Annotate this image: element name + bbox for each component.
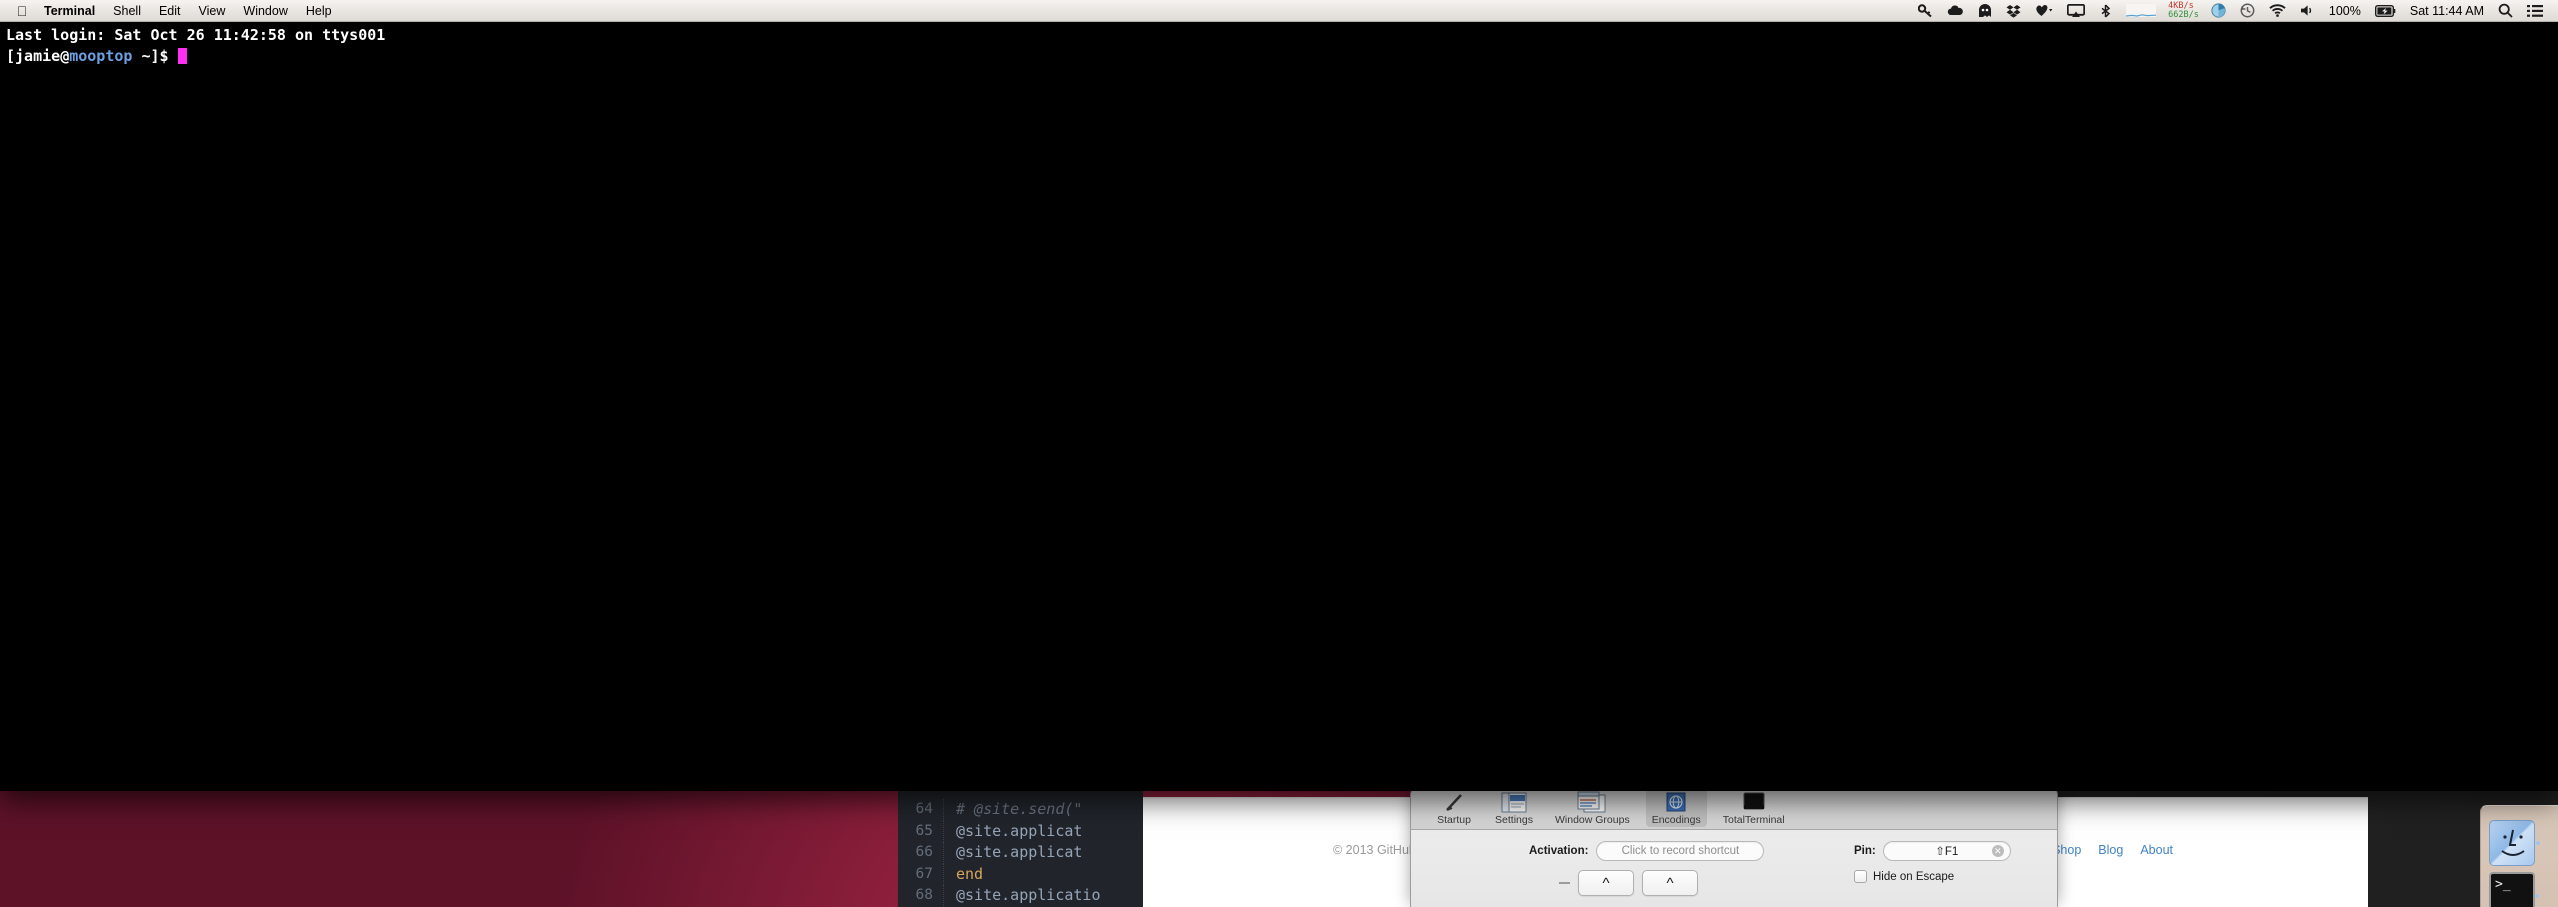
hide-on-escape-checkbox[interactable] — [1854, 870, 1867, 883]
totalterminal-preferences-window[interactable]: Startup Settings Window Groups Encodings… — [1410, 789, 2058, 907]
clock-rewind-icon[interactable] — [2233, 0, 2262, 22]
totalterminal-icon — [1742, 791, 1766, 813]
hide-on-escape-row[interactable]: Hide on Escape — [1854, 870, 1954, 883]
apple-logo-icon[interactable]:  — [9, 0, 35, 22]
code-line: 67 end — [898, 863, 1143, 885]
toolbar-tab-label: TotalTerminal — [1722, 814, 1785, 826]
menu-item-window[interactable]: Window — [234, 0, 296, 22]
toolbar-tab-window-groups[interactable]: Window Groups — [1549, 790, 1636, 827]
running-indicator — [2536, 841, 2540, 845]
menu-bar-clock[interactable]: Sat 11:44 AM — [2403, 0, 2491, 22]
code-text: end — [956, 864, 984, 883]
code-line: 68 @site.applicatio — [898, 885, 1143, 907]
startup-icon — [1443, 791, 1465, 813]
menu-item-view[interactable]: View — [190, 0, 235, 22]
activation-shortcut-placeholder: Click to record shortcut — [1621, 845, 1740, 857]
prompt-path-tail: ~]$ — [132, 47, 178, 65]
modifier-keys-row: ^ ^ — [1559, 870, 1698, 896]
toolbar-tab-settings[interactable]: Settings — [1489, 790, 1539, 827]
cloud-icon[interactable] — [1940, 0, 1971, 22]
key-icon[interactable] — [1911, 0, 1940, 22]
line-number: 68 — [898, 885, 944, 907]
github-copyright: © 2013 GitHub — [1333, 843, 1416, 857]
prompt-hostname: mooptop — [69, 47, 133, 65]
prompt-open-bracket: [ — [6, 47, 16, 65]
toolbar-tab-label: Window Groups — [1555, 814, 1630, 826]
terminal-window[interactable]: Last login: Sat Oct 26 11:42:58 on ttys0… — [0, 22, 2558, 791]
pin-shortcut-field[interactable]: ⇧F1 ✕ — [1882, 841, 2011, 861]
bluetooth-icon[interactable] — [2092, 0, 2119, 22]
totalfinder-heart-icon[interactable] — [2028, 0, 2060, 22]
battery-pie-icon[interactable] — [2204, 0, 2233, 22]
window-groups-icon — [1577, 791, 1607, 813]
prompt-username: jamie — [15, 47, 61, 65]
activation-row: Activation: Click to record shortcut — [1529, 841, 1765, 861]
toolbar-tab-startup[interactable]: Startup — [1429, 790, 1479, 827]
activation-shortcut-field[interactable]: Click to record shortcut — [1596, 841, 1765, 861]
activation-label: Activation: — [1529, 845, 1589, 857]
menu-item-terminal[interactable]: Terminal — [35, 0, 104, 22]
pin-shortcut-value: ⇧F1 — [1935, 846, 1959, 858]
running-indicator — [2535, 894, 2539, 898]
code-line: 64 # @site.send(" — [898, 799, 1143, 821]
menu-bar-left[interactable]:  Terminal Shell Edit View Window Help — [0, 0, 341, 22]
toolbar-tab-label: Settings — [1495, 814, 1533, 826]
pin-row: Pin: ⇧F1 ✕ — [1854, 841, 2011, 861]
desktop-screen: 64 # @site.send(" 65 @site.applicat 66 @… — [0, 0, 2558, 907]
preferences-toolbar[interactable]: Startup Settings Window Groups Encodings… — [1411, 790, 2057, 830]
menu-item-shell[interactable]: Shell — [104, 0, 150, 22]
github-link-blog[interactable]: Blog — [2098, 843, 2123, 857]
dropbox-icon[interactable] — [1999, 0, 2028, 22]
network-speed-indicator[interactable]: 4KB/s 662B/s — [2163, 0, 2204, 22]
settings-icon — [1501, 791, 1527, 813]
network-download-speed: 662B/s — [2168, 9, 2199, 20]
terminal-cursor — [177, 48, 187, 64]
network-graph-icon[interactable] — [2119, 0, 2163, 22]
menu-bar[interactable]:  Terminal Shell Edit View Window Help — [0, 0, 2558, 22]
modifier-key-control-2[interactable]: ^ — [1642, 870, 1698, 896]
toolbar-tab-label: Encodings — [1651, 814, 1701, 826]
notification-center-icon[interactable] — [2520, 0, 2550, 22]
battery-percent-label[interactable]: 100% — [2322, 0, 2368, 22]
terminal-prompt-glyph: >_ — [2495, 877, 2511, 892]
line-number: 66 — [898, 842, 944, 864]
terminal-dock-icon[interactable]: >_ — [2489, 872, 2539, 907]
modifier-key-control-1[interactable]: ^ — [1578, 870, 1634, 896]
prompt-at-sign: @ — [60, 47, 70, 65]
modifier-dash — [1559, 882, 1570, 884]
code-text: @site.applicat — [956, 821, 1083, 840]
code-text: # @site.send(" — [956, 800, 1083, 818]
spotlight-search-icon[interactable] — [2491, 0, 2520, 22]
encodings-globe-icon — [1665, 791, 1687, 813]
preferences-body: Activation: Click to record shortcut ^ ^… — [1411, 830, 2057, 907]
clear-circle-icon[interactable]: ✕ — [1991, 845, 2004, 857]
finder-dock-icon[interactable] — [2489, 820, 2540, 866]
menu-item-edit[interactable]: Edit — [150, 0, 190, 22]
menu-bar-status-area[interactable]: 4KB/s 662B/s 100% Sat 11:44 AM — [1911, 0, 2558, 22]
terminal-prompt-line[interactable]: [jamie@mooptop ~]$ — [6, 46, 2552, 67]
pin-label: Pin: — [1854, 845, 1876, 857]
code-line: 65 @site.applicat — [898, 820, 1143, 842]
battery-charging-icon[interactable] — [2368, 0, 2403, 22]
code-text: @site.applicatio — [956, 886, 1101, 904]
github-link-about[interactable]: About — [2140, 843, 2173, 857]
line-number: 65 — [898, 820, 944, 842]
volume-icon[interactable] — [2293, 0, 2322, 22]
code-editor-window[interactable]: 64 # @site.send(" 65 @site.applicat 66 @… — [898, 791, 1143, 907]
toolbar-tab-totalterminal[interactable]: TotalTerminal — [1717, 790, 1791, 827]
code-text: @site.applicat — [956, 843, 1083, 861]
toolbar-tab-label: Startup — [1437, 814, 1471, 826]
code-line: 66 @site.applicat — [898, 842, 1143, 864]
airplay-icon[interactable] — [2060, 0, 2092, 22]
line-number: 64 — [898, 799, 944, 821]
toolbar-tab-encodings[interactable]: Encodings — [1645, 790, 1707, 827]
menu-item-help[interactable]: Help — [297, 0, 341, 22]
line-number: 67 — [898, 863, 944, 885]
hide-on-escape-label: Hide on Escape — [1873, 870, 1955, 883]
ghost-icon[interactable] — [1971, 0, 1999, 22]
wifi-icon[interactable] — [2262, 0, 2293, 22]
terminal-last-login: Last login: Sat Oct 26 11:42:58 on ttys0… — [6, 26, 386, 44]
dock[interactable]: >_ — [2480, 805, 2558, 907]
